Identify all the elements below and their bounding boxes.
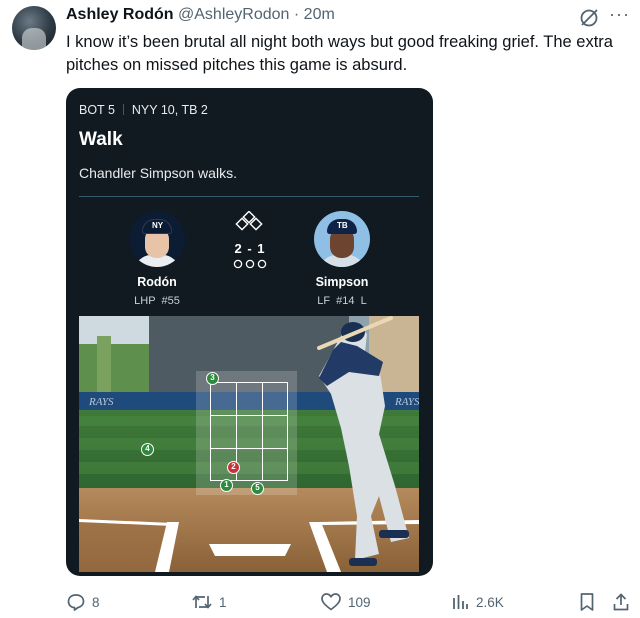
- author-name[interactable]: Ashley Rodón: [66, 6, 174, 23]
- pitcher-name: Rodón: [137, 275, 177, 289]
- header-separator: ·: [293, 6, 300, 23]
- game-status: BOT 5 NYY 10, TB 2: [79, 103, 208, 117]
- repost-icon: [192, 595, 212, 609]
- share-icon: [613, 593, 629, 611]
- bases-icon: [235, 210, 263, 231]
- reply-count: 8: [92, 594, 100, 610]
- pitcher-block: NY Rodón LHP #55: [102, 211, 212, 307]
- batter-info: LF #14 L: [317, 295, 367, 307]
- event-title: Walk: [79, 129, 123, 150]
- card-divider: [79, 196, 419, 197]
- batter-name: Simpson: [315, 275, 369, 289]
- tweet-timestamp[interactable]: 20m: [304, 6, 335, 23]
- pitcher-headshot: NY: [129, 211, 185, 267]
- more-options-icon[interactable]: ···: [609, 4, 630, 25]
- author-handle[interactable]: @AshleyRodon: [178, 6, 289, 23]
- strike-zone: [210, 382, 288, 481]
- pitcher-cap-logo: NY: [152, 221, 164, 230]
- heart-icon: [321, 593, 341, 611]
- like-button[interactable]: 109: [320, 592, 371, 612]
- pitch-marker-5[interactable]: 5: [251, 482, 264, 495]
- banner-text-right: RAYS: [394, 396, 419, 408]
- pitch-marker-2[interactable]: 2: [227, 461, 240, 474]
- outs-indicator: [233, 259, 267, 269]
- pitch-marker-4[interactable]: 4: [141, 443, 154, 456]
- reply-button[interactable]: 8: [66, 592, 100, 612]
- analytics-icon: [453, 595, 468, 609]
- share-button[interactable]: [612, 592, 630, 612]
- event-description: Chandler Simpson walks.: [79, 165, 237, 181]
- tweet-actions: 8 1 109 2.6K: [66, 592, 634, 612]
- game-event-card[interactable]: BOT 5 NYY 10, TB 2 Walk Chandler Simpson …: [66, 88, 433, 576]
- view-count: 2.6K: [476, 594, 504, 610]
- tweet-header: Ashley Rodón @AshleyRodon · 20m: [66, 6, 335, 24]
- grok-icon[interactable]: [578, 7, 600, 29]
- banner-text-left: RAYS: [88, 396, 114, 408]
- tweet-text: I know it’s been brutal all night both w…: [66, 33, 613, 74]
- repost-count: 1: [219, 594, 227, 610]
- pitcher-info: LHP #55: [134, 295, 180, 307]
- batter-headshot: TB: [314, 211, 370, 267]
- like-count: 109: [348, 594, 371, 610]
- reply-icon: [67, 594, 85, 611]
- pitch-marker-3[interactable]: 3: [206, 372, 219, 385]
- ball-strike-count: 2 - 1: [234, 241, 266, 256]
- bookmark-icon: [580, 593, 594, 611]
- pitch-location-scene: RAYS RAYS 1 2 3 4 5: [79, 316, 420, 572]
- inning-label: BOT 5: [79, 103, 115, 117]
- bookmark-button[interactable]: [578, 592, 596, 612]
- batter-cap-logo: TB: [337, 221, 348, 230]
- author-avatar[interactable]: [12, 6, 56, 50]
- pitch-marker-1[interactable]: 1: [220, 479, 233, 492]
- views-button[interactable]: 2.6K: [450, 592, 504, 612]
- repost-button[interactable]: 1: [191, 592, 227, 612]
- batter-block: TB Simpson LF #14 L: [287, 211, 397, 307]
- score-label: NYY 10, TB 2: [131, 103, 208, 117]
- count-box: 2 - 1: [226, 210, 274, 274]
- status-divider: [122, 104, 124, 115]
